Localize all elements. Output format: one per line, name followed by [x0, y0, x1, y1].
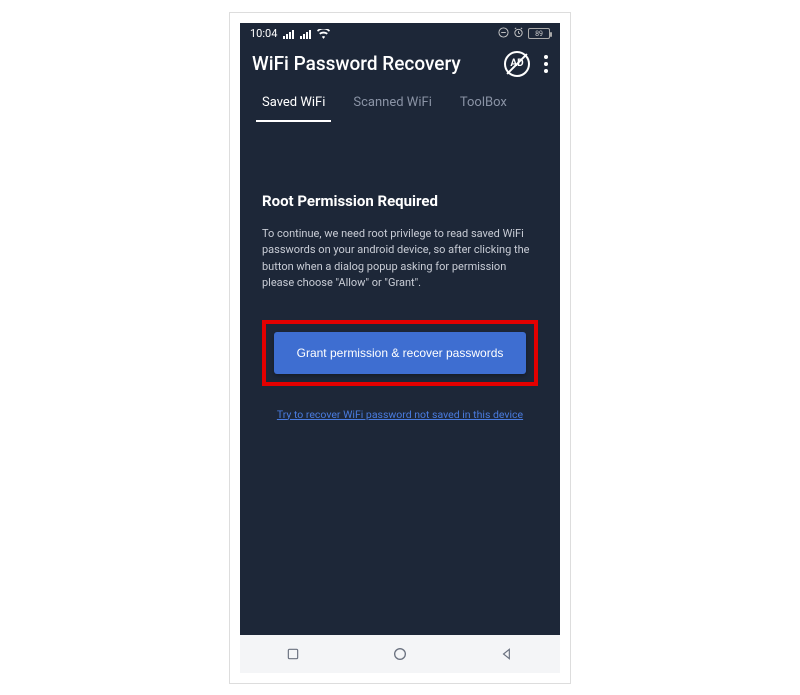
nav-home-icon[interactable] — [392, 646, 408, 662]
battery-level: 89 — [535, 30, 543, 38]
main-content: Root Permission Required To continue, we… — [240, 122, 560, 635]
tab-saved-wifi[interactable]: Saved WiFi — [248, 85, 339, 122]
status-time: 10:04 — [250, 27, 277, 40]
alarm-icon — [513, 27, 524, 41]
signal-icon-2 — [300, 29, 311, 39]
no-ads-icon[interactable]: AD — [504, 51, 530, 77]
tab-bar: Saved WiFi Scanned WiFi ToolBox — [240, 85, 560, 122]
status-left: 10:04 — [250, 27, 330, 40]
app-bar: WiFi Password Recovery AD — [240, 45, 560, 85]
recover-other-link[interactable]: Try to recover WiFi password not saved i… — [262, 408, 538, 421]
nav-recent-icon[interactable] — [285, 646, 301, 662]
signal-icon — [283, 29, 294, 39]
nav-back-icon[interactable] — [499, 646, 515, 662]
tab-label: Scanned WiFi — [353, 95, 431, 110]
overflow-menu-icon[interactable] — [544, 55, 548, 73]
wifi-icon — [317, 29, 330, 39]
status-bar: 10:04 89 — [240, 23, 560, 45]
app-bar-actions: AD — [504, 51, 548, 77]
tab-toolbox[interactable]: ToolBox — [446, 85, 521, 122]
tab-scanned-wifi[interactable]: Scanned WiFi — [339, 85, 445, 122]
dnd-icon — [498, 27, 509, 41]
highlight-annotation: Grant permission & recover passwords — [262, 320, 538, 386]
tab-label: Saved WiFi — [262, 95, 325, 110]
status-right: 89 — [498, 27, 550, 41]
phone-screen: 10:04 89 — [240, 23, 560, 673]
tab-label: ToolBox — [460, 95, 507, 110]
battery-icon: 89 — [528, 28, 550, 39]
ad-label: AD — [510, 58, 523, 69]
content-heading: Root Permission Required — [262, 192, 538, 210]
content-body: To continue, we need root privilege to r… — [262, 226, 538, 292]
app-title: WiFi Password Recovery — [252, 52, 461, 75]
screenshot-frame: 10:04 89 — [229, 12, 571, 684]
grant-permission-button[interactable]: Grant permission & recover passwords — [274, 332, 526, 374]
nav-bar — [240, 635, 560, 673]
